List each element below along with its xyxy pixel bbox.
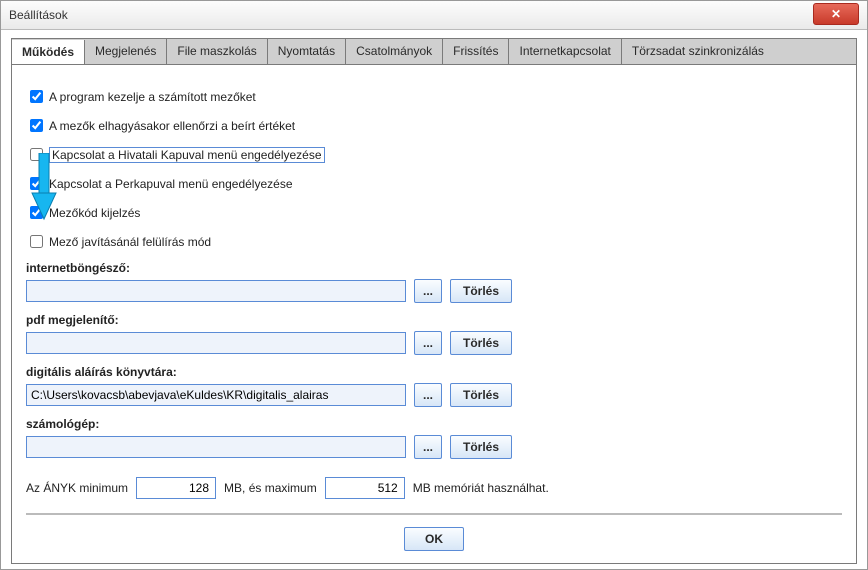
settings-window: Beállítások ✕ Működés Megjelenés File ma…	[0, 0, 868, 570]
input-signature[interactable]	[26, 384, 406, 406]
ok-button[interactable]: OK	[404, 527, 464, 551]
dialog-footer: OK	[26, 513, 842, 551]
label-pdf: pdf megjelenítő:	[26, 313, 842, 327]
window-body: Működés Megjelenés File maszkolás Nyomta…	[1, 30, 867, 570]
check-hivatali[interactable]	[30, 148, 43, 161]
check-row-hivatali: Kapcsolat a Hivatali Kapuval menü engedé…	[26, 145, 842, 164]
check-szamitott[interactable]	[30, 90, 43, 103]
check-row-ellenorzi: A mezők elhagyásakor ellenőrzi a beírt é…	[26, 116, 842, 135]
check-row-felul: Mező javításánál felülírás mód	[26, 232, 842, 251]
row-browser: ... Törlés	[26, 279, 842, 303]
check-label: Kapcsolat a Perkapuval menü engedélyezés…	[49, 177, 293, 191]
delete-pdf-button[interactable]: Törlés	[450, 331, 512, 355]
mem-suffix: MB memóriát használhat.	[413, 481, 549, 495]
input-calc[interactable]	[26, 436, 406, 458]
mem-middle: MB, és maximum	[224, 481, 317, 495]
check-mezokod[interactable]	[30, 206, 43, 219]
check-label: A program kezelje a számított mezőket	[49, 90, 256, 104]
browse-pdf-button[interactable]: ...	[414, 331, 442, 355]
delete-calc-button[interactable]: Törlés	[450, 435, 512, 459]
label-browser: internetböngésző:	[26, 261, 842, 275]
tab-torzsadat[interactable]: Törzsadat szinkronizálás	[622, 39, 774, 64]
tab-filemask[interactable]: File maszkolás	[167, 39, 267, 64]
input-browser[interactable]	[26, 280, 406, 302]
check-perkapu[interactable]	[30, 177, 43, 190]
row-pdf: ... Törlés	[26, 331, 842, 355]
row-signature: ... Törlés	[26, 383, 842, 407]
close-icon: ✕	[831, 7, 841, 21]
mem-prefix: Az ÁNYK minimum	[26, 481, 128, 495]
check-row-perkapu: Kapcsolat a Perkapuval menü engedélyezés…	[26, 174, 842, 193]
check-label: Kapcsolat a Hivatali Kapuval menü engedé…	[49, 147, 325, 163]
row-calc: ... Törlés	[26, 435, 842, 459]
check-felul[interactable]	[30, 235, 43, 248]
tab-internet[interactable]: Internetkapcsolat	[509, 39, 621, 64]
tab-frissites[interactable]: Frissítés	[443, 39, 509, 64]
tab-csatolmanyok[interactable]: Csatolmányok	[346, 39, 443, 64]
delete-signature-button[interactable]: Törlés	[450, 383, 512, 407]
memory-row: Az ÁNYK minimum MB, és maximum MB memóri…	[26, 477, 842, 499]
check-label: A mezők elhagyásakor ellenőrzi a beírt é…	[49, 119, 295, 133]
input-mem-min[interactable]	[136, 477, 216, 499]
check-label: Mező javításánál felülírás mód	[49, 235, 211, 249]
delete-browser-button[interactable]: Törlés	[450, 279, 512, 303]
tab-megjelenes[interactable]: Megjelenés	[85, 39, 167, 64]
browse-signature-button[interactable]: ...	[414, 383, 442, 407]
tab-mukodes[interactable]: Működés	[12, 40, 85, 65]
label-signature: digitális aláírás könyvtára:	[26, 365, 842, 379]
tab-strip: Működés Megjelenés File maszkolás Nyomta…	[11, 38, 857, 64]
input-mem-max[interactable]	[325, 477, 405, 499]
window-title: Beállítások	[9, 8, 68, 22]
browse-calc-button[interactable]: ...	[414, 435, 442, 459]
label-calc: számológép:	[26, 417, 842, 431]
input-pdf[interactable]	[26, 332, 406, 354]
check-ellenorzi[interactable]	[30, 119, 43, 132]
tab-panel-mukodes: A program kezelje a számított mezőket A …	[11, 64, 857, 564]
browse-browser-button[interactable]: ...	[414, 279, 442, 303]
check-label: Mezőkód kijelzés	[49, 206, 140, 220]
check-row-szamitott: A program kezelje a számított mezőket	[26, 87, 842, 106]
titlebar: Beállítások ✕	[1, 1, 867, 30]
check-row-mezokod: Mezőkód kijelzés	[26, 203, 842, 222]
tab-nyomtatas[interactable]: Nyomtatás	[268, 39, 346, 64]
close-button[interactable]: ✕	[813, 3, 859, 25]
